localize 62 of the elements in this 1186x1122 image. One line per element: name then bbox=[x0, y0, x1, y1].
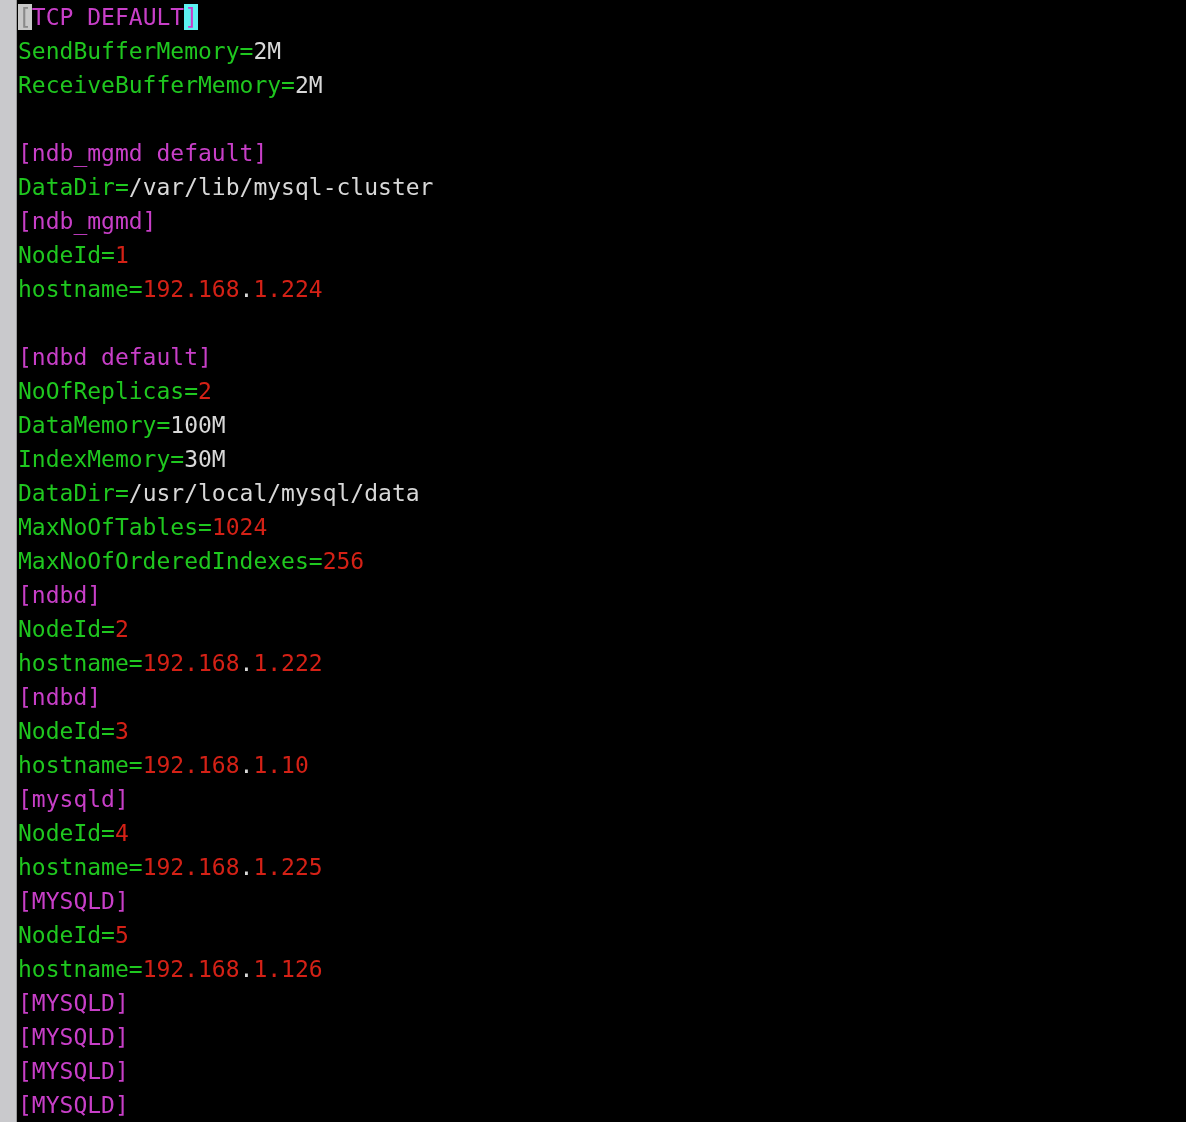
number-value: 192.168 bbox=[142, 276, 240, 302]
config-value: . bbox=[239, 752, 254, 778]
config-value: . bbox=[239, 854, 254, 880]
section-header: [ndbd default] bbox=[18, 344, 212, 370]
config-key: IndexMemory= bbox=[18, 446, 185, 472]
config-value: . bbox=[239, 650, 254, 676]
number-value: 1.126 bbox=[253, 956, 323, 982]
section-header: [ndb_mgmd default] bbox=[18, 140, 268, 166]
number-value: 256 bbox=[322, 548, 365, 574]
section-header: [MYSQLD] bbox=[18, 990, 129, 1016]
number-value: 4 bbox=[114, 820, 129, 846]
config-value: 100M bbox=[170, 412, 226, 438]
config-key: hostname= bbox=[18, 854, 143, 880]
number-value: 192.168 bbox=[142, 752, 240, 778]
section-header: [MYSQLD] bbox=[18, 1024, 129, 1050]
section-header: [ndb_mgmd] bbox=[18, 208, 157, 234]
config-key: NodeId= bbox=[18, 922, 115, 948]
config-key: MaxNoOfOrderedIndexes= bbox=[18, 548, 323, 574]
config-key: SendBufferMemory= bbox=[18, 38, 254, 64]
config-key: MaxNoOfTables= bbox=[18, 514, 212, 540]
config-key: NodeId= bbox=[18, 718, 115, 744]
number-value: 1.224 bbox=[253, 276, 323, 302]
section-header: [mysqld] bbox=[18, 786, 129, 812]
section-header: [MYSQLD] bbox=[18, 1092, 129, 1118]
number-value: 1024 bbox=[211, 514, 268, 540]
config-value: 2M bbox=[253, 38, 282, 64]
config-value: /var/lib/mysql-cluster bbox=[128, 174, 434, 200]
cursor-char: [ bbox=[18, 4, 32, 30]
number-value: 5 bbox=[114, 922, 129, 948]
config-value: 2M bbox=[294, 72, 323, 98]
section-header: [MYSQLD] bbox=[18, 1058, 129, 1084]
config-value: 30M bbox=[184, 446, 226, 472]
config-key: hostname= bbox=[18, 276, 143, 302]
number-value: 1.10 bbox=[253, 752, 309, 778]
config-key: NoOfReplicas= bbox=[18, 378, 198, 404]
number-value: 1.225 bbox=[253, 854, 323, 880]
config-key: NodeId= bbox=[18, 820, 115, 846]
section-header: [ndbd] bbox=[18, 582, 102, 608]
config-key: NodeId= bbox=[18, 616, 115, 642]
config-key: hostname= bbox=[18, 956, 143, 982]
number-value: 2 bbox=[114, 616, 129, 642]
section-header: [MYSQLD] bbox=[18, 888, 129, 914]
number-value: 1.222 bbox=[253, 650, 323, 676]
config-value: /usr/local/mysql/data bbox=[128, 480, 420, 506]
config-key: DataDir= bbox=[18, 174, 129, 200]
section-header: [ndbd] bbox=[18, 684, 102, 710]
config-key: hostname= bbox=[18, 650, 143, 676]
config-value: . bbox=[239, 276, 254, 302]
config-key: DataMemory= bbox=[18, 412, 171, 438]
number-value: 192.168 bbox=[142, 854, 240, 880]
config-key: ReceiveBufferMemory= bbox=[18, 72, 295, 98]
number-value: 1 bbox=[114, 242, 129, 268]
number-value: 192.168 bbox=[142, 650, 240, 676]
matched-bracket: ] bbox=[184, 4, 199, 30]
number-value: 3 bbox=[114, 718, 129, 744]
config-value: . bbox=[239, 956, 254, 982]
config-key: hostname= bbox=[18, 752, 143, 778]
config-key: NodeId= bbox=[18, 242, 115, 268]
config-key: DataDir= bbox=[18, 480, 129, 506]
number-value: 2 bbox=[198, 378, 212, 404]
number-value: 192.168 bbox=[142, 956, 240, 982]
section-header: TCP DEFAULT bbox=[31, 4, 185, 30]
